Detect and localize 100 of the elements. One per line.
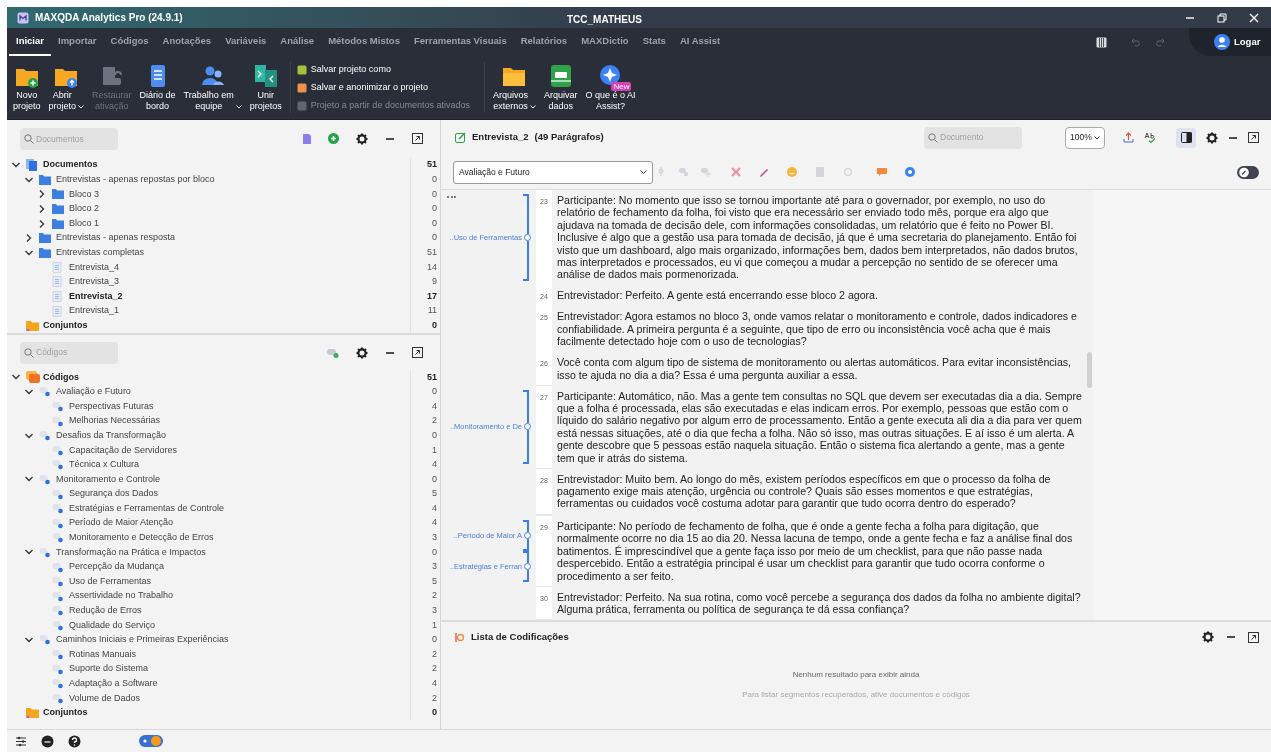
ribbon-menu-item[interactable]: Salvar e anonimizar o projeto (296, 80, 470, 95)
menu-tab[interactable]: Análise (273, 28, 322, 56)
popout-icon[interactable] (1248, 132, 1259, 143)
ribbon-button[interactable]: Diário de bordo (135, 62, 180, 112)
tree-item[interactable]: Entrevista_3 (69, 275, 120, 289)
menu-tab[interactable]: Ferramentas Visuais (406, 28, 514, 56)
paragraph-text: Você conta com algum tipo de sistema de monitoramento ou alertas automáticos. Para evitar inconsistências, isso te ajuda no dia a dia? Essa é uma pergunta auxiliar a essa. (556, 355, 1073, 383)
archive-box-icon (548, 64, 573, 88)
tree-item[interactable]: Adaptação a Software (69, 677, 158, 691)
popout-icon[interactable] (412, 133, 423, 145)
collapse-chevron-icon[interactable] (37, 218, 47, 229)
login-button[interactable]: Logar (1189, 28, 1271, 56)
spell-check-icon[interactable] (1144, 132, 1156, 143)
ai-coding-icon[interactable] (904, 166, 916, 178)
tree-item[interactable]: Bloco 1 (69, 216, 100, 231)
tree-item[interactable]: Entrevistas - apenas resposta (56, 231, 176, 245)
menu-tab[interactable]: Métodos Mistos (321, 28, 407, 56)
coding-bracket[interactable] (523, 520, 532, 552)
tree-item[interactable]: Entrevista_4 (69, 260, 120, 275)
tree-item[interactable]: Redução de Erros (69, 604, 142, 618)
tree-item[interactable]: Documentos (43, 158, 98, 172)
menu-tab[interactable]: MAXDictio (574, 28, 636, 56)
tree-item[interactable]: Códigos (43, 370, 79, 385)
tree-item[interactable]: Monitoramento e Controle (56, 472, 161, 487)
tree-item[interactable]: Capacitação de Servidores (69, 443, 178, 457)
help-icon[interactable] (68, 734, 81, 748)
tree-item[interactable]: Assertividade no Trabalho (69, 589, 174, 603)
tree-item[interactable]: Caminhos Iniciais e Primeiras Experiências (56, 633, 229, 647)
tree-item[interactable]: Desafios da Transformação (56, 428, 167, 443)
tree-item[interactable]: Rotinas Manuais (69, 647, 137, 662)
coding-bracket[interactable] (523, 389, 532, 465)
filter-sliders-icon[interactable] (15, 735, 27, 747)
tree-item[interactable]: Conjuntos (43, 706, 88, 720)
tree-item[interactable]: Avaliação e Futuro (56, 385, 131, 399)
settings-icon[interactable] (356, 132, 368, 145)
tree-item[interactable]: Bloco 2 (69, 202, 100, 216)
ribbon-button[interactable]: Arquivos externos (483, 62, 540, 112)
collapse-chevron-icon[interactable] (37, 203, 47, 214)
item-count: 5 (432, 487, 437, 501)
caret-icon (640, 170, 647, 174)
tree-item[interactable]: Entrevistas - apenas repostas por bloco (56, 173, 215, 187)
coding-bracket[interactable] (523, 194, 532, 281)
menu-tab[interactable]: Variáveis (218, 28, 274, 56)
tree-item[interactable]: Perspectivas Futuras (69, 399, 154, 414)
expand-chevron-icon[interactable] (24, 635, 34, 645)
tree-item[interactable]: Uso de Ferramentas (69, 574, 152, 589)
settings-icon[interactable] (1202, 631, 1214, 643)
tree-item[interactable]: Transformação na Prática e Impactos (56, 545, 206, 560)
item-count: 2 (432, 414, 437, 428)
tree-item[interactable]: Percepção da Mudança (69, 560, 165, 574)
tree-item[interactable]: Bloco 3 (69, 187, 100, 202)
ribbon-button[interactable]: Trabalho em equipe (179, 62, 246, 112)
popout-icon[interactable] (1248, 631, 1259, 643)
zoom-select[interactable]: 100% (1065, 126, 1105, 149)
menu-tab[interactable]: Anotações (155, 28, 219, 56)
scrollbar-thumb[interactable] (1087, 352, 1092, 388)
tree-item[interactable]: Melhorias Necessárias (69, 414, 161, 428)
tree-item[interactable]: Suporte do Sistema (69, 662, 149, 676)
tree-item[interactable]: Período de Maior Atenção (69, 516, 174, 530)
highlighter-icon[interactable] (758, 166, 770, 178)
code-select[interactable]: Avaliação e Futuro (453, 160, 653, 184)
ribbon-button[interactable]: Unir projetos (245, 62, 286, 112)
tree-item[interactable]: Qualidade do Serviço (69, 618, 156, 633)
mode-toggle-icon[interactable] (139, 735, 163, 747)
new-badge: New (611, 82, 632, 91)
tree-item[interactable]: Técnica x Cultura (69, 458, 140, 472)
item-count: 2 (432, 662, 437, 676)
menu-tab[interactable]: AI Assist (672, 28, 728, 56)
close-icon[interactable] (1249, 12, 1259, 23)
ribbon-button[interactable]: Abrir projeto (44, 62, 89, 112)
item-count: 2 (432, 589, 437, 603)
add-icon[interactable] (328, 133, 339, 145)
tree-item[interactable]: Volume de Dados (69, 691, 141, 706)
collapse-chevron-icon[interactable] (24, 233, 34, 244)
tree-item[interactable]: Monitoramento e Detecção de Erros (69, 531, 214, 545)
tree-item[interactable]: Entrevistas completas (56, 246, 145, 260)
ribbon-menu-item[interactable]: Salvar projeto como (296, 62, 470, 77)
popout-icon[interactable] (412, 347, 423, 358)
document-icon[interactable] (303, 133, 311, 144)
menu-tab[interactable]: Stats (635, 28, 673, 56)
tree-item[interactable]: Entrevista_2 (69, 289, 123, 304)
caret-icon (1094, 135, 1100, 140)
menu-tab[interactable]: Códigos (103, 28, 156, 56)
ribbon-button[interactable]: Arquivar dados (539, 62, 582, 112)
settings-icon[interactable] (356, 346, 368, 359)
tree-item[interactable]: Entrevista_1 (69, 304, 120, 318)
tree-item[interactable]: Conjuntos (43, 318, 88, 333)
coding-bracket[interactable] (523, 551, 532, 583)
menu-tab[interactable]: Importar (51, 28, 104, 56)
tree-item[interactable]: Segurança dos Dados (69, 487, 159, 501)
edit-mode-toggle-icon[interactable] (1237, 165, 1259, 179)
menu-tab[interactable]: Relatórios (513, 28, 575, 56)
export-icon[interactable] (1123, 132, 1134, 143)
tree-item[interactable]: Estratégias e Ferramentas de Controle (69, 501, 225, 516)
ribbon-button[interactable]: New O que é o AI Assist? (581, 62, 640, 112)
ribbon-button[interactable]: Novo projeto (9, 62, 45, 112)
settings-icon[interactable] (1206, 131, 1218, 144)
item-count: 0 (432, 706, 437, 720)
panel-toggle-button[interactable] (1176, 127, 1196, 148)
collapse-chevron-icon[interactable] (37, 189, 47, 200)
